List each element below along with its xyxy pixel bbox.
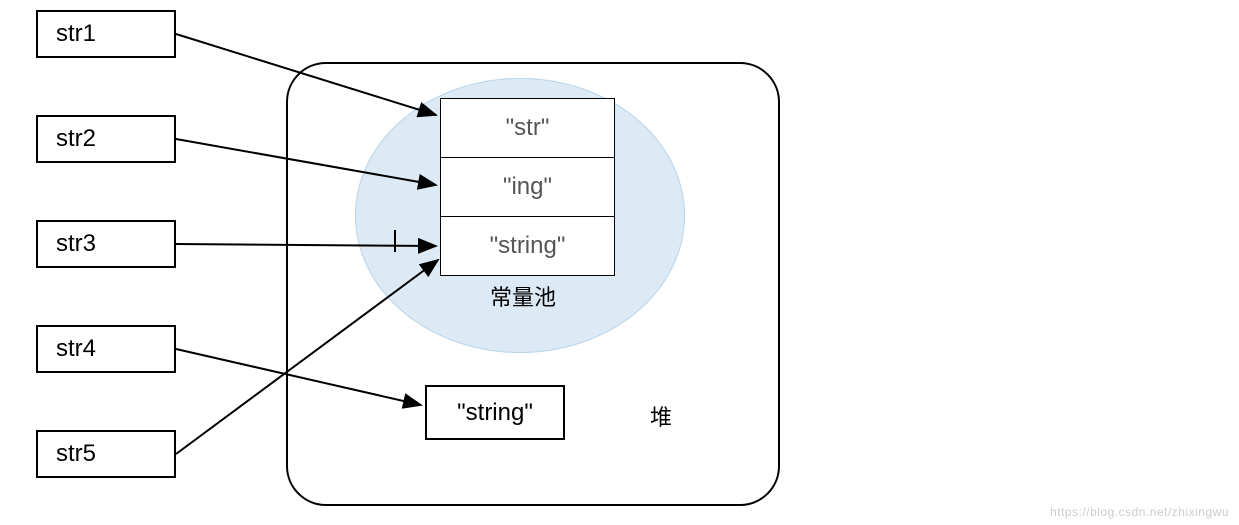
constant-pool-label: 常量池 [490, 280, 556, 312]
var-str3: str3 [36, 220, 176, 268]
var-str2-text: str2 [56, 125, 96, 153]
var-str1-text: str1 [56, 20, 96, 48]
pool-cell-str: "str" [440, 98, 615, 158]
watermark: https://blog.csdn.net/zhixingwu [1050, 505, 1229, 519]
var-str5-text: str5 [56, 440, 96, 468]
var-str4: str4 [36, 325, 176, 373]
var-str4-text: str4 [56, 335, 96, 363]
var-str3-text: str3 [56, 230, 96, 258]
var-str2: str2 [36, 115, 176, 163]
var-str5: str5 [36, 430, 176, 478]
heap-string-box: "string" [425, 385, 565, 440]
pool-cell-string: "string" [440, 216, 615, 276]
heap-string-text: "string" [457, 399, 533, 427]
var-str1: str1 [36, 10, 176, 58]
pool-cell-ing: "ing" [440, 157, 615, 217]
pool-cell-str-text: "str" [506, 114, 550, 142]
heap-label: 堆 [650, 400, 672, 432]
pool-cell-string-text: "string" [490, 232, 566, 260]
pool-cell-ing-text: "ing" [503, 173, 552, 201]
